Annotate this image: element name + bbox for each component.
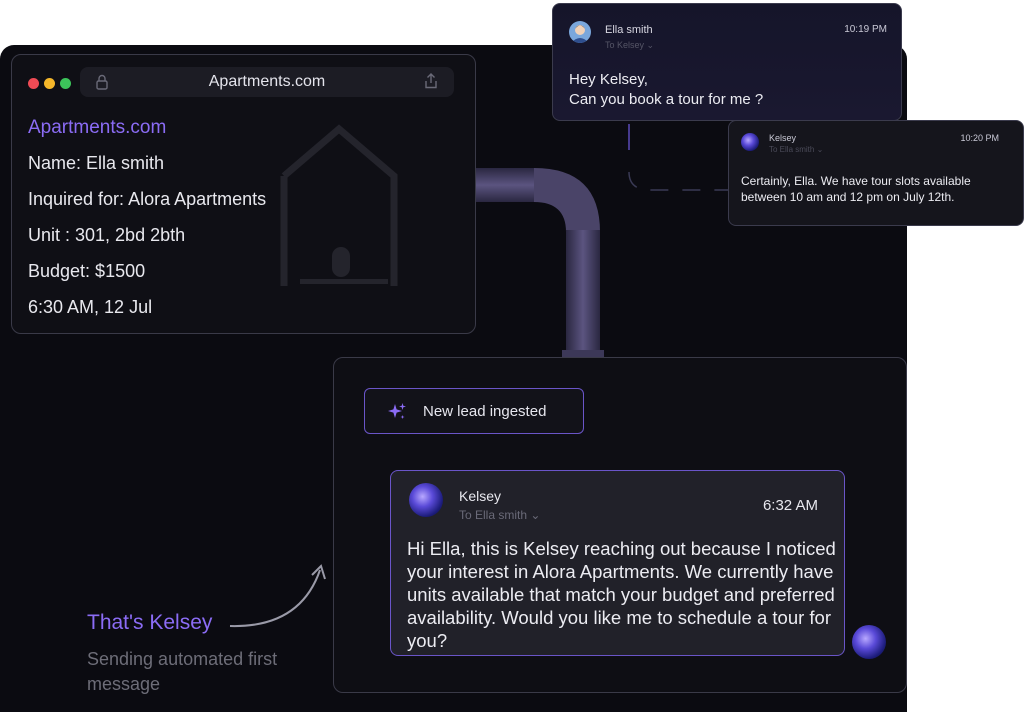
lead-budget: Budget: $1500 (28, 261, 146, 281)
caption-title: That's Kelsey (87, 611, 213, 634)
lead-timestamp: 6:30 AM, 12 Jul (28, 297, 153, 317)
kelsey-reply-sender: Kelsey (769, 133, 797, 143)
ella-chat-message[interactable]: Ella smith To Kelsey ⌄ 10:19 PM Hey Kels… (552, 3, 902, 121)
kelsey-reply-message[interactable]: Kelsey To Ella smith ⌄ 10:20 PM Certainl… (728, 120, 1024, 226)
lead-inquiry: Inquired for: Alora Apartments (28, 189, 267, 209)
sparkle-icon (388, 403, 406, 419)
minimize-window-dot[interactable] (44, 78, 55, 89)
site-title[interactable]: Apartments.com (28, 117, 166, 139)
kelsey-avatar-small (852, 625, 886, 659)
message-time: 6:32 AM (762, 497, 818, 514)
message-recipient[interactable]: To Ella smith ⌄ (459, 508, 540, 522)
ella-avatar (569, 21, 591, 43)
ella-recipient: To Kelsey ⌄ (605, 40, 655, 50)
kelsey-reply-time: 10:20 PM (960, 133, 999, 143)
address-text: Apartments.com (208, 73, 326, 90)
kelsey-avatar (409, 483, 443, 517)
close-window-dot[interactable] (28, 78, 39, 89)
chevron-down-icon: ⌄ (530, 508, 541, 522)
ella-sender: Ella smith (605, 24, 653, 36)
lead-ingested-label: New lead ingested (423, 403, 547, 420)
message-body: Hi Ella, this is Kelsey reaching out bec… (407, 538, 836, 651)
message-sender: Kelsey (459, 488, 502, 504)
caption-subtitle: Sending automated first message (87, 649, 278, 694)
lead-browser-window: Apartments.com Apartments.com Name: Ella… (11, 54, 476, 334)
lead-name: Name: Ella smith (28, 153, 165, 173)
address-bar[interactable]: Apartments.com (80, 67, 454, 97)
kelsey-reply-body: Certainly, Ella. We have tour slots avai… (741, 174, 971, 204)
kelsey-message-card[interactable]: Kelsey To Ella smith ⌄ 6:32 AM Hi Ella, … (390, 470, 845, 656)
maximize-window-dot[interactable] (60, 78, 71, 89)
ella-time: 10:19 PM (844, 24, 887, 35)
person-icon (571, 25, 589, 43)
lead-ingested-pill: New lead ingested (364, 388, 584, 434)
kelsey-reply-recipient: To Ella smith ⌄ (769, 145, 824, 154)
house-icon (280, 124, 398, 286)
kelsey-reply-avatar (741, 133, 759, 151)
share-icon[interactable] (424, 73, 438, 89)
ella-message-body: Hey Kelsey, Can you book a tour for me ? (569, 71, 764, 108)
lead-unit: Unit : 301, 2bd 2bth (28, 225, 186, 245)
